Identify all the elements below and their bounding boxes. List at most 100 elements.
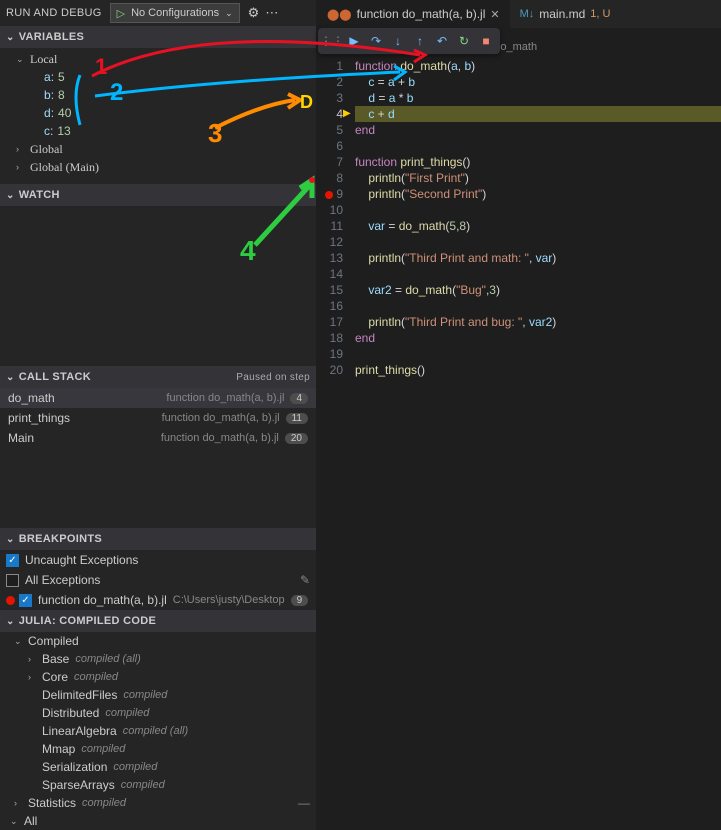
code-line[interactable] (355, 298, 721, 314)
chevron-right-icon: › (16, 162, 30, 172)
code-line[interactable]: println("First Print") (355, 170, 721, 186)
global-label: Global (30, 142, 63, 157)
tab-file-1[interactable]: ⬤⬤ function do_math(a, b).jl ✕ (317, 0, 510, 28)
compiled-stats-label: Statistics (28, 796, 76, 810)
variable-row[interactable]: a:5 (0, 68, 316, 86)
variables-header[interactable]: ⌄ VARIABLES (0, 26, 316, 48)
chevron-down-icon: ⌄ (6, 32, 15, 43)
step-back-button[interactable]: ↶ (432, 31, 452, 51)
tab-file-2[interactable]: M↓ main.md 1, U (510, 0, 621, 28)
callstack-frame[interactable]: do_mathfunction do_math(a, b).jl4 (0, 388, 316, 408)
debug-config-dropdown[interactable]: ▷ No Configurations ⌄ (110, 3, 240, 23)
compiled-all[interactable]: ⌄ All (0, 812, 316, 830)
step-over-button[interactable]: ↷ (366, 31, 386, 51)
code-line[interactable]: function do_math(a, b) (355, 58, 721, 74)
code-line[interactable] (355, 346, 721, 362)
debug-top-actions: ⚙ ⋯ (248, 5, 279, 21)
continue-button[interactable]: ▶ (344, 31, 364, 51)
compiled-item[interactable]: SparseArrayscompiled (0, 776, 316, 794)
config-label: No Configurations (131, 7, 219, 19)
code-line[interactable]: println("Third Print and math: ", var) (355, 250, 721, 266)
chevron-right-icon: › (16, 144, 30, 154)
checkbox-checked-icon[interactable]: ✓ (6, 554, 19, 567)
callstack-frame[interactable]: Mainfunction do_math(a, b).jl20 (0, 428, 316, 448)
compiled-statistics[interactable]: › Statistics compiled — (0, 794, 316, 812)
play-icon: ▷ (117, 7, 125, 20)
ellipsis-icon[interactable]: ⋯ (265, 5, 278, 21)
chevron-down-icon: ⌄ (6, 534, 15, 545)
code-line[interactable]: println("Third Print and bug: ", var2) (355, 314, 721, 330)
run-debug-title: RUN AND DEBUG (6, 7, 102, 19)
callstack-header[interactable]: ⌄ CALL STACK Paused on step (0, 366, 316, 388)
grip-icon[interactable]: ⋮⋮ (322, 31, 342, 51)
pencil-icon[interactable]: ✎ (300, 573, 310, 587)
code-line[interactable]: ▶ c + d (355, 106, 721, 122)
step-into-button[interactable]: ↓ (388, 31, 408, 51)
variable-row[interactable]: d:40 (0, 104, 316, 122)
bp-file-line: 9 (291, 595, 309, 606)
breakpoints-label: BREAKPOINTS (19, 533, 102, 545)
variable-row[interactable]: b:8 (0, 86, 316, 104)
code-line[interactable]: function print_things() (355, 154, 721, 170)
breakpoints-header[interactable]: ⌄ BREAKPOINTS (0, 528, 316, 550)
code-line[interactable]: var = do_math(5,8) (355, 218, 721, 234)
compiled-item[interactable]: Serializationcompiled (0, 758, 316, 776)
variable-row[interactable]: c:13 (0, 122, 316, 140)
compiled-item[interactable]: LinearAlgebracompiled (all) (0, 722, 316, 740)
watch-panel (0, 206, 316, 366)
bp-uncaught[interactable]: ✓ Uncaught Exceptions (0, 550, 316, 570)
bp-all[interactable]: All Exceptions ✎ (0, 570, 316, 590)
code-line[interactable]: end (355, 122, 721, 138)
bp-file-path: C:\Users\justy\Desktop (173, 594, 285, 606)
chevron-down-icon: ⌄ (6, 372, 15, 383)
compiled-item[interactable]: ›Corecompiled (0, 668, 316, 686)
restart-button[interactable]: ↻ (454, 31, 474, 51)
chevron-down-icon: ⌄ (6, 190, 15, 201)
compiled-item[interactable]: Mmapcompiled (0, 740, 316, 758)
bp-uncaught-label: Uncaught Exceptions (25, 553, 138, 567)
compiled-item[interactable]: Distributedcompiled (0, 704, 316, 722)
bp-file[interactable]: ✓ function do_math(a, b).jl C:\Users\jus… (0, 590, 316, 610)
code-editor[interactable]: 12345678 91011121314151617181920 functio… (317, 58, 721, 378)
gear-icon[interactable]: ⚙ (248, 5, 260, 21)
code-lines[interactable]: function do_math(a, b) c = a + b d = a *… (355, 58, 721, 378)
editor-area: ⬤⬤ function do_math(a, b).jl ✕ M↓ main.m… (317, 0, 721, 830)
checkbox-checked-icon[interactable]: ✓ (19, 594, 32, 607)
julia-file-icon: ⬤⬤ (327, 8, 352, 21)
code-line[interactable]: d = a * b (355, 90, 721, 106)
code-line[interactable]: c = a + b (355, 74, 721, 90)
watch-header[interactable]: ⌄ WATCH (0, 184, 316, 206)
compiled-header[interactable]: ⌄ JULIA: COMPILED CODE (0, 610, 316, 632)
compiled-item[interactable]: DelimitedFilescompiled (0, 686, 316, 704)
code-line[interactable] (355, 234, 721, 250)
tab-1-label: function do_math(a, b).jl (357, 7, 486, 21)
global-main-label: Global (Main) (30, 160, 99, 175)
scope-global[interactable]: › Global (0, 140, 316, 158)
close-icon[interactable]: ✕ (490, 8, 499, 21)
compiled-item[interactable]: ›Basecompiled (all) (0, 650, 316, 668)
breakpoint-dot-icon (6, 596, 15, 605)
minus-icon[interactable]: — (298, 796, 310, 810)
code-line[interactable] (355, 138, 721, 154)
compiled-root-label: Compiled (28, 634, 79, 648)
checkbox-icon[interactable] (6, 574, 19, 587)
callstack-frame[interactable]: print_thingsfunction do_math(a, b).jl11 (0, 408, 316, 428)
bp-all-label: All Exceptions (25, 573, 100, 587)
code-line[interactable]: println("Second Print") (355, 186, 721, 202)
code-line[interactable]: print_things() (355, 362, 721, 378)
chevron-down-icon: ⌄ (14, 636, 28, 647)
local-label: Local (30, 52, 57, 67)
stop-button[interactable]: ■ (476, 31, 496, 51)
compiled-label: JULIA: COMPILED CODE (19, 615, 156, 627)
callstack-list: do_mathfunction do_math(a, b).jl4print_t… (0, 388, 316, 448)
scope-global-main[interactable]: › Global (Main) (0, 158, 316, 176)
step-out-button[interactable]: ↑ (410, 31, 430, 51)
code-line[interactable]: end (355, 330, 721, 346)
code-line[interactable] (355, 266, 721, 282)
compiled-root[interactable]: ⌄ Compiled (0, 632, 316, 650)
debug-toolbar[interactable]: ⋮⋮ ▶ ↷ ↓ ↑ ↶ ↻ ■ (318, 28, 500, 54)
chevron-down-icon: ⌄ (10, 816, 24, 827)
code-line[interactable] (355, 202, 721, 218)
scope-local[interactable]: ⌄ Local (0, 50, 316, 68)
code-line[interactable]: var2 = do_math("Bug",3) (355, 282, 721, 298)
